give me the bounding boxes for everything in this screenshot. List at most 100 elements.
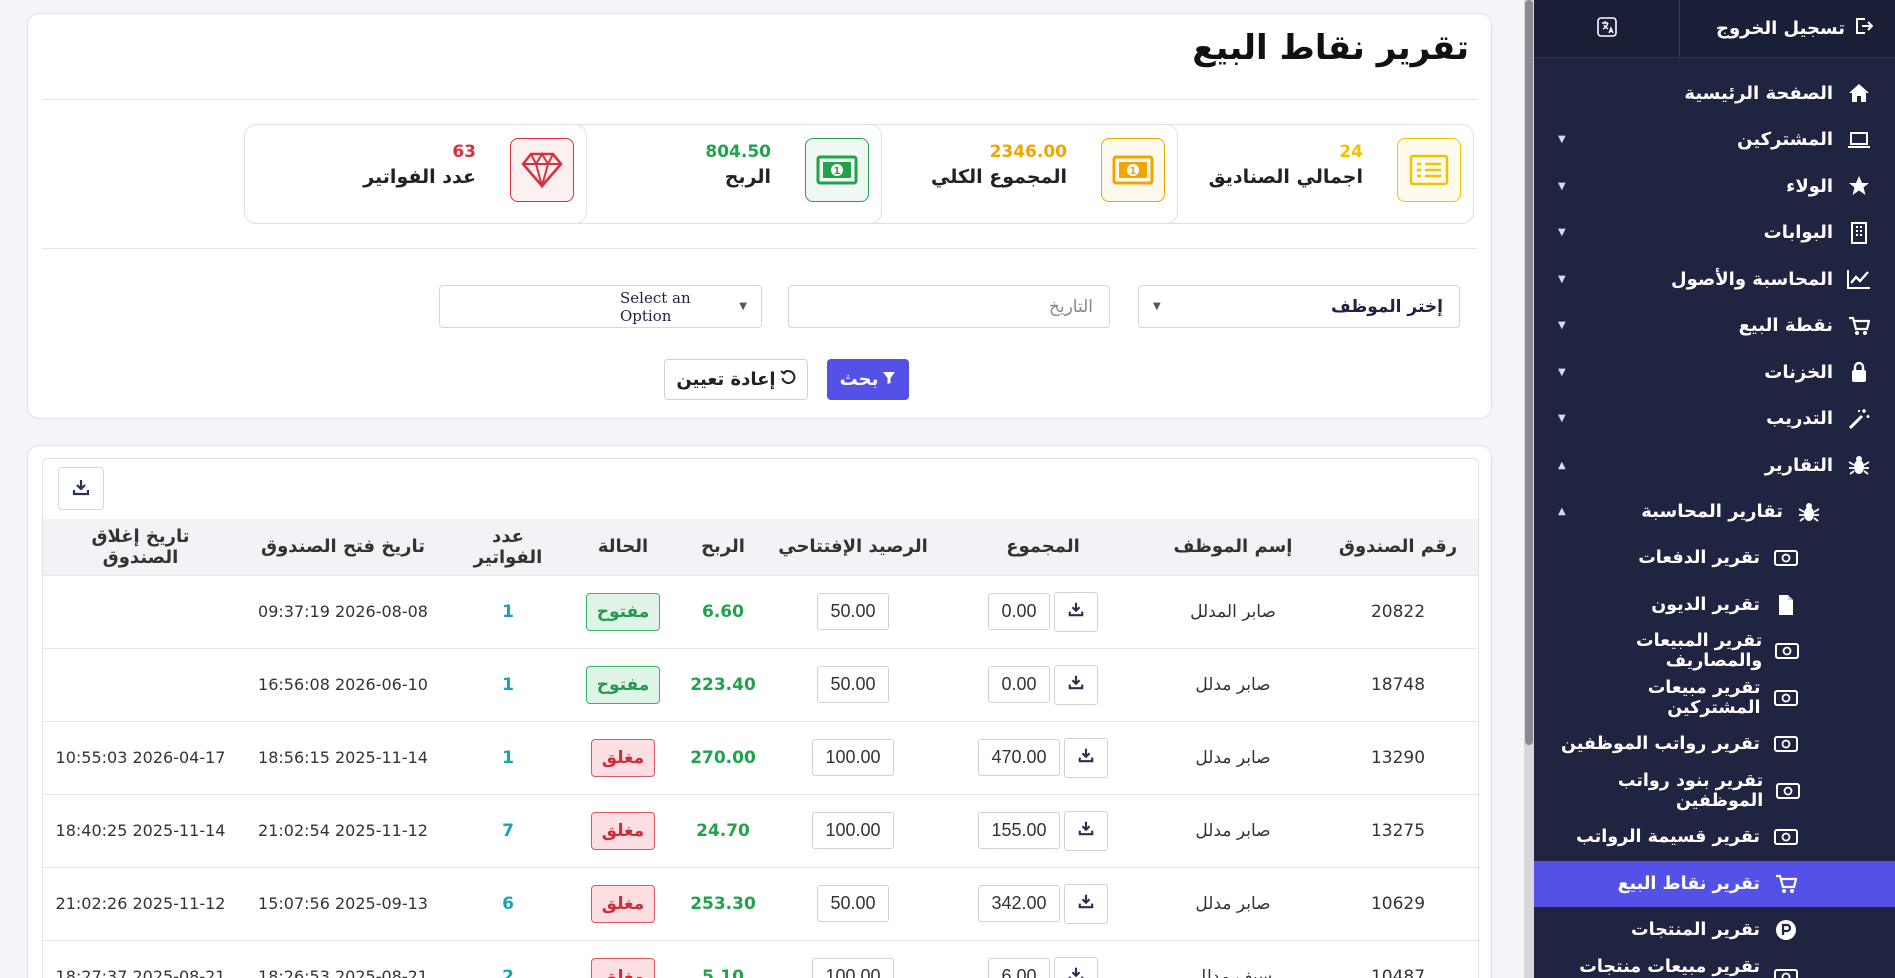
sidebar-item-3[interactable]: البوابات ▼ (1534, 210, 1895, 257)
reset-button[interactable]: إعادة تعيين (664, 359, 808, 400)
column-header: رقم الصندوق (1338, 536, 1458, 558)
opening-cell: 50.00 (768, 647, 938, 721)
date-input[interactable]: التاريخ (788, 285, 1110, 328)
money-icon (1772, 546, 1800, 570)
stat-card: 1 2346.00 المجموع الكلي (835, 124, 1178, 224)
sidebar-item-5[interactable]: نقطة البيع ▼ (1534, 303, 1895, 350)
sidebar-item-label: المحاسبة والأصول (1670, 268, 1833, 290)
status-badge: مغلق (590, 884, 656, 923)
parking-icon (1772, 918, 1800, 942)
language-button[interactable] (1534, 16, 1679, 42)
divider (42, 248, 1477, 249)
opened-at-cell: 2025-11-12 21:02:54 (238, 793, 448, 867)
sidebar-subitem-0[interactable]: تقرير الدفعات (1534, 535, 1895, 582)
total-value: 0.00 (988, 593, 1050, 630)
cart-icon (1845, 314, 1873, 338)
column-header: الربح (701, 536, 745, 558)
logout-button[interactable]: تسجيل الخروج (1679, 0, 1895, 57)
money-icon (1772, 825, 1800, 849)
sidebar-item-label: تقرير مبيعات المشتركين (1647, 677, 1761, 718)
sidebar-subitem-6[interactable]: تقرير قسيمة الرواتب (1534, 814, 1895, 861)
download-icon (1068, 601, 1084, 622)
sidebar-subitem-4[interactable]: تقرير رواتب الموظفين (1534, 721, 1895, 768)
closed-at-cell: 2025-11-14 18:40:25 (43, 793, 238, 867)
sidebar-subgroup-accounting[interactable]: تقارير المحاسبة ▲ (1534, 489, 1895, 536)
opened-at: 2025-11-14 18:56:15 (258, 747, 428, 767)
opened-at: 2025-09-13 15:07:56 (258, 893, 428, 913)
option-select[interactable]: Select an Option ▼ (439, 285, 762, 328)
search-button[interactable]: بحث (827, 359, 909, 400)
money-bill-icon: 1 (1101, 138, 1165, 202)
magic-wand-icon (1845, 407, 1873, 431)
sidebar-subitem-2[interactable]: تقرير المبيعات والمصاريف (1534, 628, 1895, 675)
table-row: 10487 سيف مدلل 6.00 100.00 5.10 مغلق 2 2025-08-… (43, 939, 1478, 978)
closed-at: 2025-11-14 18:40:25 (55, 820, 226, 840)
closed-at: 2026-04-17 10:55:03 (55, 747, 226, 767)
sidebar-item-7[interactable]: التدريب ▼ (1534, 396, 1895, 443)
opening-balance: 100.00 (812, 958, 894, 978)
download-button[interactable] (1063, 737, 1108, 778)
sidebar-item-0[interactable]: الصفحة الرئيسية (1534, 70, 1895, 117)
gem-icon (510, 138, 574, 202)
svg-text:1: 1 (1130, 166, 1137, 177)
scrollbar-thumb[interactable] (1525, 0, 1533, 745)
table-row: 13275 صابر مدلل 155.00 100.00 24.70 مغلق 7 2025… (43, 793, 1478, 867)
sidebar-item-2[interactable]: الولاء ▼ (1534, 163, 1895, 210)
sidebar-subitem-7[interactable]: تقرير نقاط البيع (1534, 860, 1895, 907)
stat-label: المجموع الكلي (931, 166, 1067, 188)
sidebar-item-8[interactable]: التقارير ▲ (1534, 442, 1895, 489)
invoice-count: 1 (448, 647, 568, 721)
sidebar-item-label: تقرير بنود رواتب الموظفين (1617, 770, 1764, 811)
bug-icon (1795, 500, 1823, 524)
undo-icon (779, 369, 796, 390)
download-button[interactable] (1063, 810, 1108, 851)
list-icon (1397, 138, 1461, 202)
date-placeholder: التاريخ (1048, 296, 1093, 317)
download-button[interactable] (1053, 591, 1098, 632)
sidebar-item-label: البوابات (1763, 222, 1833, 244)
opened-at: 2026-06-10 16:56:08 (258, 674, 428, 694)
caret-up-icon: ▲ (1558, 459, 1566, 471)
status-badge: مغلق (590, 957, 656, 978)
sidebar-item-label: الخزنات (1764, 361, 1833, 383)
opening-balance: 50.00 (817, 885, 889, 922)
sidebar-item-6[interactable]: الخزنات ▼ (1534, 349, 1895, 396)
sidebar-item-4[interactable]: المحاسبة والأصول ▼ (1534, 256, 1895, 303)
status-cell: مغلق (568, 939, 678, 978)
sidebar-item-1[interactable]: المشتركين ▼ (1534, 117, 1895, 164)
opening-cell: 100.00 (768, 720, 938, 794)
sidebar-subitem-9[interactable]: تقرير مبيعات منتجات ال (1534, 954, 1895, 978)
sidebar-subitem-8[interactable]: تقرير المنتجات (1534, 907, 1895, 954)
translate-icon (1596, 16, 1618, 42)
opening-cell: 50.00 (768, 866, 938, 940)
profit: 24.70 (678, 793, 768, 867)
employee-select[interactable]: إختر الموظف ▼ (1138, 285, 1460, 328)
table-header-row: رقم الصندوق إسم الموظف المجموع الرصيد الإفت… (43, 519, 1478, 575)
download-icon (72, 478, 90, 500)
stat-label: الربح (724, 166, 771, 188)
sidebar-subitem-3[interactable]: تقرير مبيعات المشتركين (1534, 675, 1895, 722)
scrollbar[interactable] (1524, 0, 1534, 978)
money-icon (1772, 732, 1800, 756)
status-badge: مفتوح (585, 665, 661, 704)
closed-at-cell (43, 647, 238, 721)
download-button[interactable] (1053, 956, 1098, 978)
profit: 223.40 (678, 647, 768, 721)
sidebar-subitem-1[interactable]: تقرير الديون (1534, 582, 1895, 629)
page-title: تقرير نقاط البيع (1192, 28, 1469, 68)
reset-label: إعادة تعيين (676, 369, 776, 390)
building-icon (1845, 221, 1873, 245)
opening-cell: 50.00 (768, 574, 938, 648)
download-button[interactable] (1053, 664, 1098, 705)
closed-at-cell: 2026-04-17 10:55:03 (43, 720, 238, 794)
sidebar-subitem-5[interactable]: تقرير بنود رواتب الموظفين (1534, 768, 1895, 815)
stat-value: 804.50 (705, 142, 771, 162)
money-icon (1775, 779, 1800, 803)
svg-text:1: 1 (834, 166, 841, 177)
total-value: 0.00 (988, 666, 1050, 703)
sidebar-item-label: الصفحة الرئيسية (1684, 82, 1833, 104)
column-header: إسم الموظف (1173, 536, 1293, 558)
export-button[interactable] (58, 467, 104, 510)
money-bill-icon: 1 (805, 138, 869, 202)
download-button[interactable] (1063, 883, 1108, 924)
